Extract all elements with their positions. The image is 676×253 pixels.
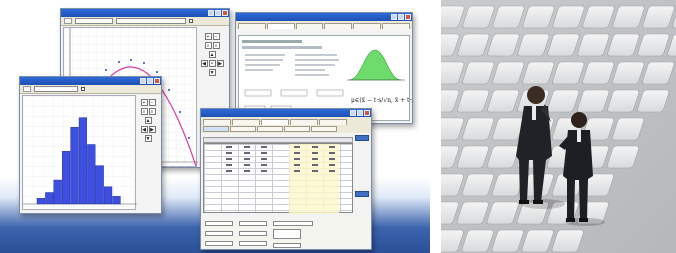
distribution-curve xyxy=(348,49,402,81)
minimize-button[interactable] xyxy=(208,10,214,16)
minimize-button[interactable] xyxy=(391,14,397,20)
zoom-button[interactable] xyxy=(23,86,31,92)
minimize-button[interactable] xyxy=(140,78,146,84)
tab[interactable] xyxy=(238,23,266,29)
option-checkbox[interactable] xyxy=(81,87,85,91)
maximize-button[interactable] xyxy=(398,14,404,20)
tab[interactable] xyxy=(232,119,260,125)
arrow-up-icon[interactable]: ▲ xyxy=(144,117,152,124)
histogram-bar xyxy=(45,192,54,205)
result-field[interactable] xyxy=(205,231,233,236)
tab[interactable] xyxy=(382,23,410,29)
navigation-pad: + − ⌕ ⌕ ▲ ◀ • ▶ ▼ xyxy=(199,33,225,78)
tab[interactable] xyxy=(295,23,324,29)
zoom-fit-icon[interactable]: ⌕ xyxy=(140,108,148,115)
histogram-window: + − ⌕ ⌕ ▲ ◀ ▶ ▼ xyxy=(19,76,162,214)
sheet-tab[interactable] xyxy=(284,126,310,132)
result-field[interactable] xyxy=(239,241,267,246)
formula-box xyxy=(273,229,301,239)
sheet-tab[interactable] xyxy=(230,126,256,132)
maximize-button[interactable] xyxy=(215,10,221,16)
tab[interactable] xyxy=(319,119,347,125)
navigation-pad: + − ⌕ ⌕ ▲ ◀ ▶ ▼ xyxy=(138,99,158,144)
close-button[interactable] xyxy=(154,78,160,84)
window-title-bar[interactable] xyxy=(20,77,161,85)
result-field[interactable] xyxy=(273,221,313,226)
sheet-tab[interactable] xyxy=(257,126,283,132)
close-button[interactable] xyxy=(364,110,370,116)
result-field[interactable] xyxy=(273,243,301,248)
close-button[interactable] xyxy=(405,14,411,20)
keyboard-scene xyxy=(441,0,676,253)
histogram-bar xyxy=(78,117,88,205)
histogram-toolbar xyxy=(20,85,161,94)
histogram-bar xyxy=(112,196,121,205)
dialog-tabs xyxy=(236,21,412,29)
results-panel xyxy=(203,217,369,248)
result-field[interactable] xyxy=(239,221,267,226)
arrow-up-icon[interactable]: ▲ xyxy=(208,51,216,58)
maximize-button[interactable] xyxy=(147,78,153,84)
arrow-right-icon[interactable]: ▶ xyxy=(216,60,224,67)
tab[interactable] xyxy=(353,23,382,29)
arrow-down-icon[interactable]: ▼ xyxy=(144,135,152,142)
businessmen-on-keyboard-photo xyxy=(441,0,676,253)
histogram-bar xyxy=(62,151,71,205)
minimize-button[interactable] xyxy=(350,110,356,116)
tab[interactable] xyxy=(290,119,318,125)
report-button[interactable] xyxy=(355,191,369,197)
regression-table-window xyxy=(200,108,372,250)
tab-active[interactable] xyxy=(261,119,289,125)
graph-toolbar xyxy=(61,17,229,26)
software-collage: + − ⌕ ⌕ ▲ ◀ • ▶ ▼ μ∈(x̄ − t·s/√n, x̄ + t… xyxy=(0,0,430,253)
zoom-reset-icon[interactable]: ⌕ xyxy=(212,42,220,49)
histogram-bar xyxy=(36,198,46,205)
histogram-chart xyxy=(23,96,137,211)
sheet-tab[interactable] xyxy=(203,126,229,132)
arrow-left-icon[interactable]: ◀ xyxy=(200,60,208,67)
histogram-bar xyxy=(103,186,113,205)
tab[interactable] xyxy=(203,119,231,125)
dialog-title-bar[interactable] xyxy=(236,13,412,21)
equation-field[interactable] xyxy=(116,18,186,24)
close-button[interactable] xyxy=(222,10,228,16)
tab[interactable] xyxy=(324,23,353,29)
zoom-out-icon[interactable]: − xyxy=(148,99,156,106)
option-checkbox[interactable] xyxy=(189,19,193,23)
tab-active[interactable] xyxy=(266,23,295,29)
center-icon[interactable]: • xyxy=(208,60,216,67)
result-field[interactable] xyxy=(205,241,233,246)
histogram-bar xyxy=(53,179,62,205)
window-title-bar[interactable] xyxy=(201,109,371,117)
table-values xyxy=(226,144,339,214)
maximize-button[interactable] xyxy=(357,110,363,116)
zoom-in-icon[interactable]: + xyxy=(140,99,148,106)
svg-text:μ∈(x̄ − t·s/√n, x̄ + t·s/√n): μ∈(x̄ − t·s/√n, x̄ + t·s/√n) xyxy=(351,97,413,104)
zoom-reset-icon[interactable]: ⌕ xyxy=(148,108,156,115)
sheet-tabs-top xyxy=(201,117,371,125)
histogram-bar xyxy=(70,127,79,205)
arrow-left-icon[interactable]: ◀ xyxy=(140,126,148,133)
zoom-fit-icon[interactable]: ⌕ xyxy=(204,42,212,49)
window-title-bar[interactable] xyxy=(61,9,229,17)
result-field[interactable] xyxy=(205,221,233,226)
sheet-tab[interactable] xyxy=(311,126,337,132)
function-field[interactable] xyxy=(34,86,78,92)
calculate-button[interactable] xyxy=(355,135,369,141)
sheet-tabs xyxy=(201,125,371,133)
histogram-bar xyxy=(95,165,104,205)
zoom-out-icon[interactable]: − xyxy=(212,33,220,40)
histogram-bar xyxy=(87,144,96,205)
arrow-right-icon[interactable]: ▶ xyxy=(148,126,156,133)
function-field[interactable] xyxy=(75,18,113,24)
data-table[interactable] xyxy=(203,143,353,214)
arrow-down-icon[interactable]: ▼ xyxy=(208,69,216,76)
zoom-button[interactable] xyxy=(64,18,72,24)
histogram-plot xyxy=(22,95,137,211)
zoom-in-icon[interactable]: + xyxy=(204,33,212,40)
result-field[interactable] xyxy=(239,231,267,236)
